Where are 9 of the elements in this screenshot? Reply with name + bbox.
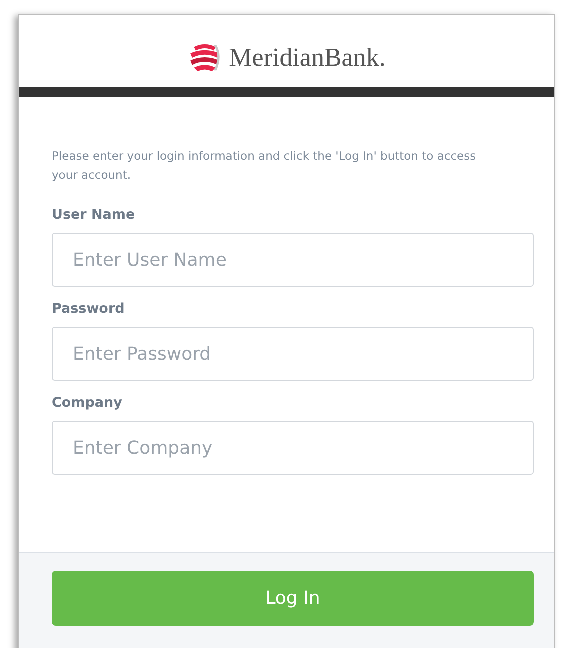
brand-name: MeridianBank. xyxy=(229,43,386,73)
input-field[interactable]: Enter User Name xyxy=(52,233,534,287)
field-label: Company xyxy=(52,395,124,411)
field-label: User Name xyxy=(52,207,136,223)
input-field[interactable]: Enter Company xyxy=(52,421,534,475)
intro-text: Please enter your login information and click the 'Log In' button to access your account. xyxy=(52,148,478,184)
field-label: Password xyxy=(52,301,126,317)
login-button[interactable]: Log In xyxy=(52,571,534,626)
input-field[interactable]: Enter Password xyxy=(52,327,534,381)
